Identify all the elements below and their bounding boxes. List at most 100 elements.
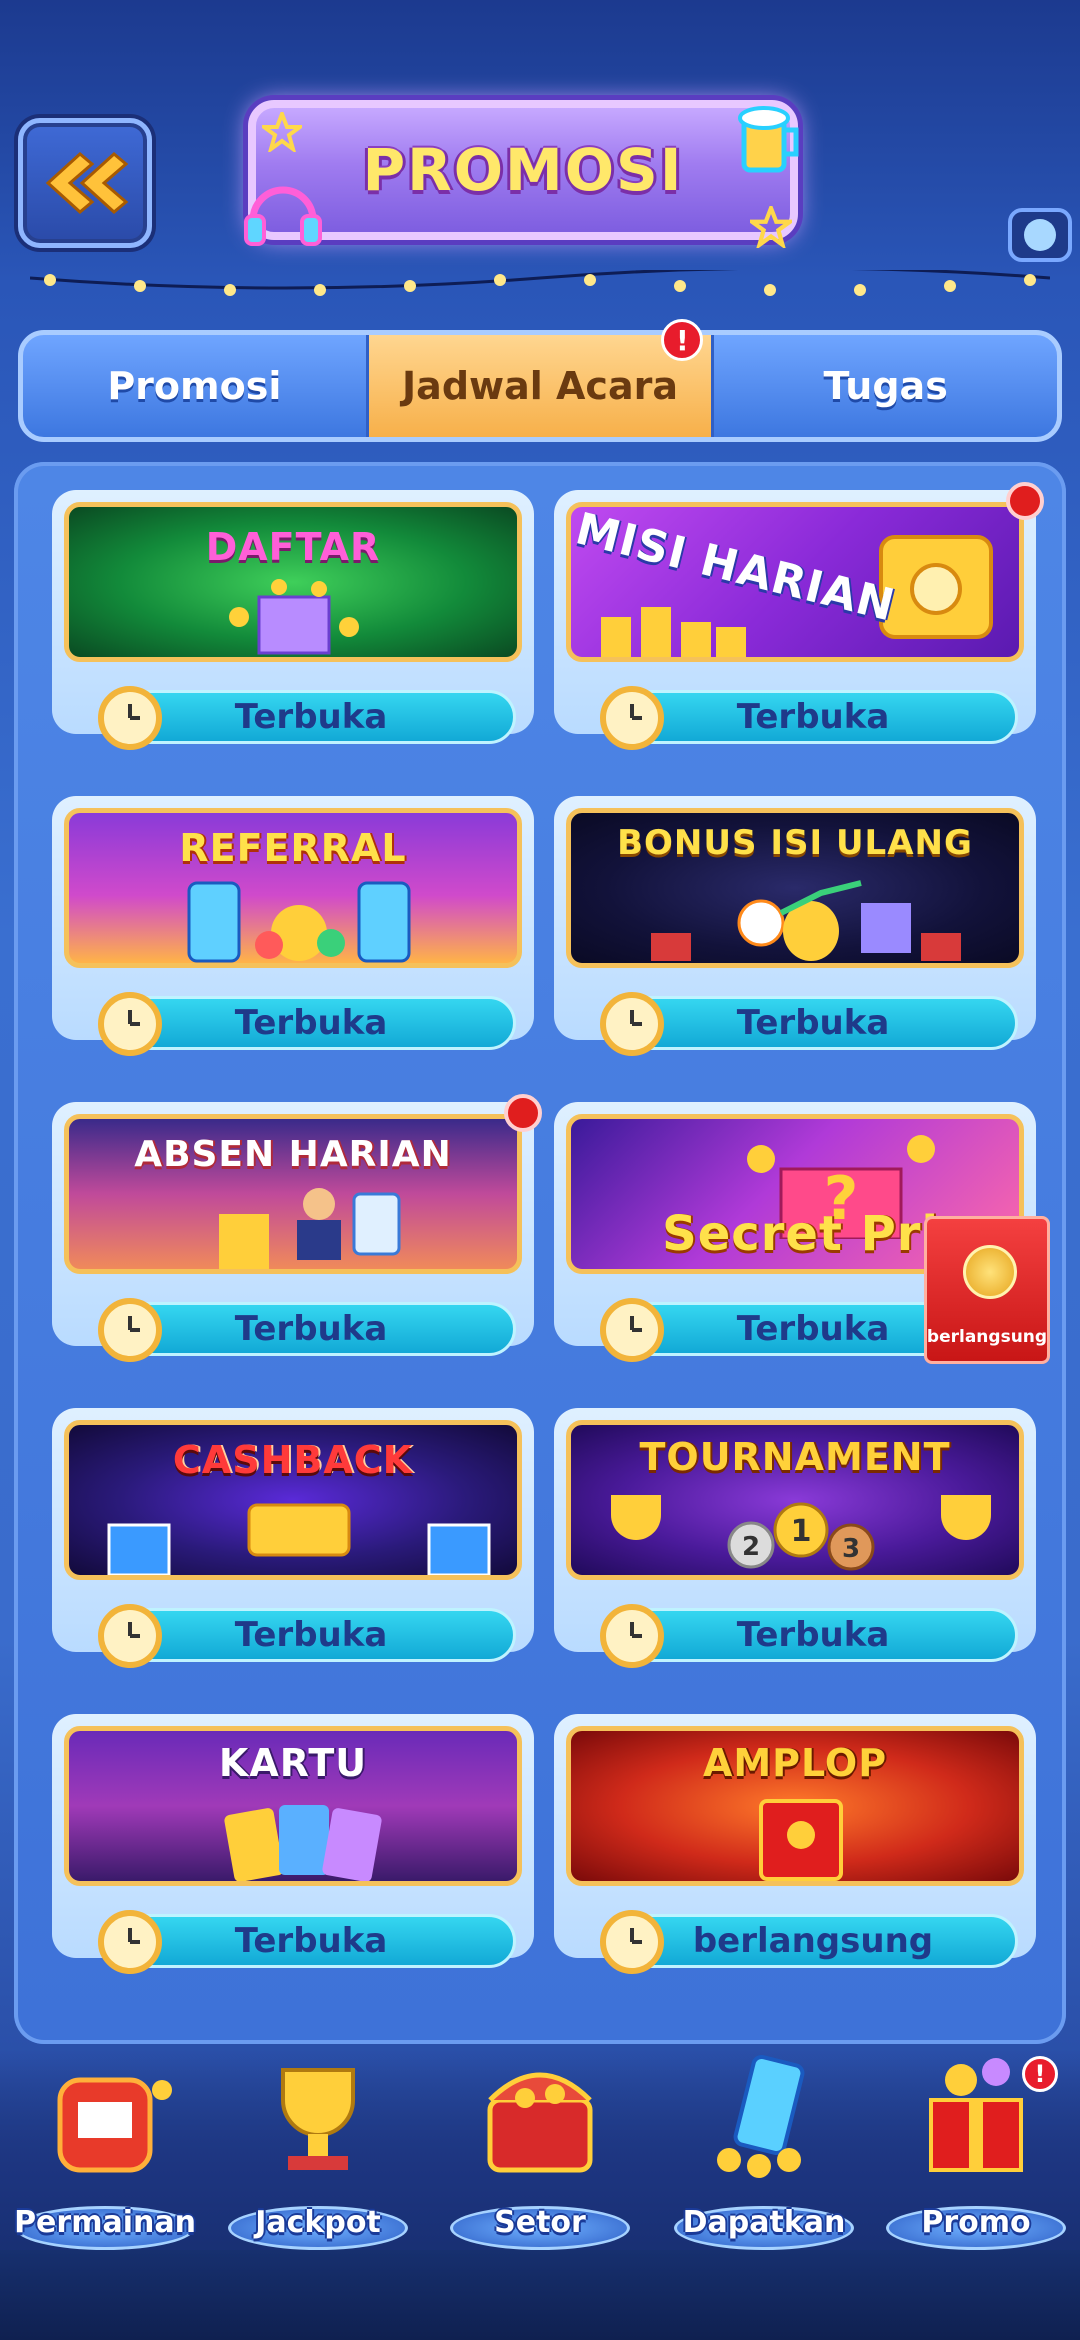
new-indicator-dot [504,1094,542,1132]
slot-machine-icon [57,2077,172,2173]
red-envelope-icon [759,1799,843,1881]
star-icon [262,112,302,152]
coin-icon [963,1245,1017,1299]
string-lights [30,270,1050,296]
phones-coins-icon [187,881,411,963]
nav-label: Jackpot [255,2205,381,2240]
beer-mug-icon [738,106,799,173]
event-banner: CASHBACK [64,1420,522,1580]
clock-icon [98,1604,162,1668]
event-title: KARTU [218,1741,368,1785]
event-banner: KARTU [64,1726,522,1886]
star-icon [750,206,792,248]
status-text: Terbuka [736,1615,890,1655]
event-card-bonus-isi-ulang[interactable]: BONUS ISI ULANG Terbuka [554,796,1036,1056]
event-banner: BONUS ISI ULANG [566,808,1024,968]
event-status: Terbuka [608,690,1018,744]
tab-tugas[interactable]: Tugas [711,335,1057,437]
coin-stack-icon [601,607,746,657]
event-banner: 2 1 3 TOURNAMENT [566,1420,1024,1580]
clock-icon [600,1298,664,1362]
money-bags-icon [651,880,961,961]
trophy-icon [281,2068,355,2170]
clock-icon [98,1910,162,1974]
bottom-floor [0,2250,1080,2340]
event-card-cashback[interactable]: CASHBACK Terbuka [52,1408,534,1668]
tab-label: Promosi [107,364,282,408]
nav-label: Setor [494,2205,586,2240]
treasure-chest-icon [487,2072,593,2173]
page-title: PROMOSI [362,136,684,204]
status-text: Terbuka [736,1309,890,1349]
tab-jadwal-acara[interactable]: Jadwal Acara ! [365,319,712,437]
status-text: berlangsung [692,1921,934,1961]
event-card-daftar[interactable]: DAFTAR Terbuka [52,490,534,750]
person-laptop-icon [219,1188,401,1269]
event-title: ABSEN HARIAN [134,1133,452,1175]
header: PROMOSI [0,0,1080,300]
status-text: Terbuka [234,1921,388,1961]
event-banner: ABSEN HARIAN [64,1114,522,1274]
event-card-referral[interactable]: REFERRAL Terbuka [52,796,534,1056]
nav-dapatkan[interactable]: Dapatkan [664,2050,864,2250]
event-title: BONUS ISI ULANG [617,823,973,863]
double-chevron-left-icon [45,152,129,214]
nav-permainan[interactable]: Permainan [5,2050,205,2250]
gift-box-icon [229,579,359,655]
phone-coins-icon [717,2054,805,2178]
clock-icon [600,686,664,750]
event-title: REFERRAL [179,826,407,870]
event-banner: DAFTAR [64,502,522,662]
page-title-plate: PROMOSI [248,100,798,240]
event-banner: MISI HARIAN [566,502,1024,662]
tab-promosi[interactable]: Promosi [23,335,366,437]
clock-icon [600,1604,664,1668]
nav-label: Permainan [14,2205,196,2240]
svg-text:1: 1 [791,1514,812,1549]
status-text: Terbuka [736,697,890,737]
nav-label: Promo [921,2205,1031,2240]
clock-icon [600,992,664,1056]
event-status: berlangsung [608,1914,1018,1968]
event-status: Terbuka [608,996,1018,1050]
alert-badge: ! [1022,2056,1058,2092]
event-card-misi-harian[interactable]: MISI HARIAN Terbuka [554,482,1044,750]
alert-badge: ! [661,319,704,361]
nav-setor[interactable]: Setor [440,2050,640,2250]
cashback-gifts-icon [107,1503,491,1575]
event-status: Terbuka [106,690,516,744]
event-status: Terbuka [106,996,516,1050]
event-title: AMPLOP [702,1741,888,1785]
tab-label: Tugas [823,364,948,408]
events-panel: DAFTAR Terbuka MISI HARIAN Terbuka REFER… [14,462,1066,2044]
nav-jackpot[interactable]: Jackpot [218,2050,418,2250]
event-card-tournament[interactable]: 2 1 3 TOURNAMENT Terbuka [554,1408,1036,1668]
clock-icon [98,1298,162,1362]
clock-icon [98,992,162,1056]
event-status: Terbuka [608,1608,1018,1662]
event-card-amplop[interactable]: AMPLOP berlangsung [554,1714,1036,1974]
headset-icon [244,186,322,246]
event-card-absen-harian[interactable]: ABSEN HARIAN Terbuka [52,1094,542,1362]
tab-bar: Promosi Jadwal Acara ! Tugas [18,319,1062,442]
nav-label: Dapatkan [682,2205,846,2240]
trophies-icon: 2 1 3 [611,1495,991,1571]
new-indicator-dot [1006,482,1044,520]
event-card-kartu[interactable]: KARTU Terbuka [52,1714,534,1974]
tab-label: Jadwal Acara [402,364,678,408]
svg-text:2: 2 [742,1532,760,1562]
event-banner: REFERRAL [64,808,522,968]
event-title: Secret Priz [662,1206,968,1262]
event-status: Terbuka [106,1914,516,1968]
floating-red-envelope[interactable]: berlangsung [924,1216,1050,1364]
event-title: TOURNAMENT [639,1435,951,1479]
svg-text:3: 3 [842,1534,860,1564]
status-text: Terbuka [736,1003,890,1043]
nav-promo[interactable]: ! Promo [876,2050,1076,2250]
envelope-label: berlangsung [926,1327,1048,1347]
status-text: Terbuka [234,1003,388,1043]
event-status: Terbuka [106,1608,516,1662]
status-text: Terbuka [234,697,388,737]
clock-icon [600,1910,664,1974]
back-button[interactable] [18,118,152,248]
